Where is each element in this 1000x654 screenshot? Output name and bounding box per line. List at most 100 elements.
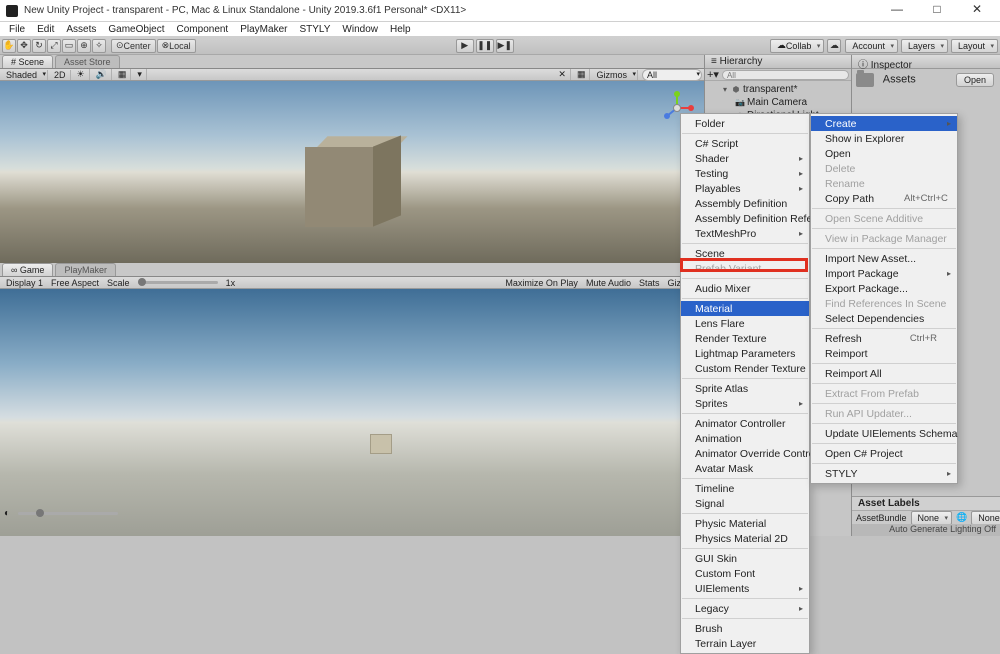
menu-item-sprite-atlas[interactable]: Sprite Atlas	[681, 381, 809, 396]
menu-item-physic-material[interactable]: Physic Material	[681, 516, 809, 531]
create-dropdown[interactable]: +▾	[707, 68, 719, 81]
menu-item-shader[interactable]: Shader	[681, 151, 809, 166]
menu-item-brush[interactable]: Brush	[681, 621, 809, 636]
cloud-button[interactable]: ☁	[827, 39, 841, 53]
hand-tool[interactable]: ✋	[2, 39, 16, 53]
menu-gameobject[interactable]: GameObject	[103, 24, 169, 35]
close-button[interactable]: ✕	[964, 2, 990, 20]
maximize-button[interactable]: □	[924, 2, 950, 20]
step-button[interactable]: ▶❚	[496, 39, 514, 53]
menu-item-legacy[interactable]: Legacy	[681, 601, 809, 616]
pause-button[interactable]: ❚❚	[476, 39, 494, 53]
tab-playmaker[interactable]: PlayMaker	[55, 263, 116, 276]
menu-window[interactable]: Window	[337, 24, 383, 35]
hierarchy-search-all[interactable]: All	[722, 70, 849, 80]
scene-hidden-icon[interactable]: ✕	[554, 69, 571, 80]
menu-item-select-dependencies[interactable]: Select Dependencies	[811, 311, 957, 326]
menu-item-open[interactable]: Open	[811, 146, 957, 161]
minimize-button[interactable]: —	[884, 2, 910, 20]
scale-slider[interactable]	[138, 281, 218, 284]
menu-help[interactable]: Help	[385, 24, 416, 35]
open-button[interactable]: Open	[956, 73, 994, 87]
menu-item-reimport[interactable]: Reimport	[811, 346, 957, 361]
collab-dropdown[interactable]: ☁ Collab	[770, 39, 825, 53]
rect-tool[interactable]: ▭	[62, 39, 76, 53]
menu-item-lens-flare[interactable]: Lens Flare	[681, 316, 809, 331]
menu-item-reimport-all[interactable]: Reimport All	[811, 366, 957, 381]
menu-item-sprites[interactable]: Sprites	[681, 396, 809, 411]
menu-item-copy-path[interactable]: Copy PathAlt+Ctrl+C	[811, 191, 957, 206]
scene-row[interactable]: ▾⬢ transparent*	[705, 83, 851, 96]
menu-item-textmeshpro[interactable]: TextMeshPro	[681, 226, 809, 241]
menu-item-terrain-layer[interactable]: Terrain Layer	[681, 636, 809, 651]
menu-edit[interactable]: Edit	[32, 24, 59, 35]
layers-dropdown[interactable]: Layers	[901, 39, 948, 53]
move-tool[interactable]: ✥	[17, 39, 31, 53]
scene-fx-icon[interactable]: ▦	[114, 69, 132, 80]
scale-tool[interactable]: ⤢	[47, 39, 61, 53]
menu-item-import-new-asset-[interactable]: Import New Asset...	[811, 251, 957, 266]
menu-item-export-package-[interactable]: Export Package...	[811, 281, 957, 296]
menu-item-folder[interactable]: Folder	[681, 116, 809, 131]
menu-item-lightmap-parameters[interactable]: Lightmap Parameters	[681, 346, 809, 361]
menu-item-animator-controller[interactable]: Animator Controller	[681, 416, 809, 431]
play-button[interactable]: ▶	[456, 39, 474, 53]
menu-item-assembly-definition-reference[interactable]: Assembly Definition Reference	[681, 211, 809, 226]
layout-dropdown[interactable]: Layout	[951, 39, 998, 53]
menu-item-uielements[interactable]: UIElements	[681, 581, 809, 596]
scene-view[interactable]	[0, 81, 704, 263]
globe-icon[interactable]: 🌐	[956, 512, 967, 523]
menu-item-create[interactable]: Create	[811, 116, 957, 131]
menu-item-gui-skin[interactable]: GUI Skin	[681, 551, 809, 566]
menu-assets[interactable]: Assets	[61, 24, 101, 35]
scene-grid-icon[interactable]: ▦	[573, 69, 591, 80]
scene-cube[interactable]	[305, 137, 385, 227]
menu-item-timeline[interactable]: Timeline	[681, 481, 809, 496]
project-zoom-slider[interactable]: ◐	[0, 508, 140, 518]
tab-scene[interactable]: # Scene	[2, 55, 53, 68]
menu-item-custom-render-texture[interactable]: Custom Render Texture	[681, 361, 809, 376]
menu-item-scene[interactable]: Scene	[681, 246, 809, 261]
pivot-local[interactable]: ⊗Local	[157, 39, 196, 53]
scene-audio-icon[interactable]: 🔊	[92, 69, 112, 80]
menu-item-material[interactable]: Material	[681, 301, 809, 316]
menu-file[interactable]: File	[4, 24, 30, 35]
menu-item-avatar-mask[interactable]: Avatar Mask	[681, 461, 809, 476]
menu-item-custom-font[interactable]: Custom Font	[681, 566, 809, 581]
lighting-status[interactable]: Auto Generate Lighting Off	[852, 524, 1000, 536]
assetbundle-variant[interactable]: None	[971, 511, 1000, 525]
scene-camera-icon[interactable]: ▾	[133, 69, 147, 80]
menu-item-c-script[interactable]: C# Script	[681, 136, 809, 151]
scene-2d-toggle[interactable]: 2D	[50, 70, 71, 80]
scene-light-icon[interactable]: ☀	[73, 69, 90, 80]
shading-mode[interactable]: Shaded	[2, 70, 48, 80]
menu-item-show-in-explorer[interactable]: Show in Explorer	[811, 131, 957, 146]
menu-item-physics-material-2d[interactable]: Physics Material 2D	[681, 531, 809, 546]
hierarchy-item-camera[interactable]: 📷Main Camera	[705, 96, 851, 109]
menu-item-update-uielements-schema[interactable]: Update UIElements Schema	[811, 426, 957, 441]
display-dropdown[interactable]: Display 1	[2, 278, 47, 288]
stats-toggle[interactable]: Stats	[635, 278, 664, 288]
scene-search[interactable]: All	[642, 69, 702, 81]
mute-audio[interactable]: Mute Audio	[582, 278, 635, 288]
custom-tool[interactable]: ✧	[92, 39, 106, 53]
account-dropdown[interactable]: Account	[845, 39, 898, 53]
rotate-tool[interactable]: ↻	[32, 39, 46, 53]
assetbundle-dropdown[interactable]: None	[911, 511, 953, 525]
menu-item-open-c-project[interactable]: Open C# Project	[811, 446, 957, 461]
gizmos-dropdown[interactable]: Gizmos	[592, 70, 638, 80]
transform-tool[interactable]: ⊕	[77, 39, 91, 53]
game-view[interactable]	[0, 289, 704, 536]
tab-game[interactable]: ∞ Game	[2, 263, 53, 276]
menu-item-audio-mixer[interactable]: Audio Mixer	[681, 281, 809, 296]
menu-item-playables[interactable]: Playables	[681, 181, 809, 196]
aspect-dropdown[interactable]: Free Aspect	[47, 278, 103, 288]
menu-item-refresh[interactable]: RefreshCtrl+R	[811, 331, 957, 346]
menu-item-testing[interactable]: Testing	[681, 166, 809, 181]
menu-playmaker[interactable]: PlayMaker	[235, 24, 292, 35]
menu-item-signal[interactable]: Signal	[681, 496, 809, 511]
menu-item-animator-override-controller[interactable]: Animator Override Controller	[681, 446, 809, 461]
menu-styly[interactable]: STYLY	[294, 24, 335, 35]
pivot-center[interactable]: ⊙Center	[111, 39, 156, 53]
maximize-on-play[interactable]: Maximize On Play	[501, 278, 582, 288]
